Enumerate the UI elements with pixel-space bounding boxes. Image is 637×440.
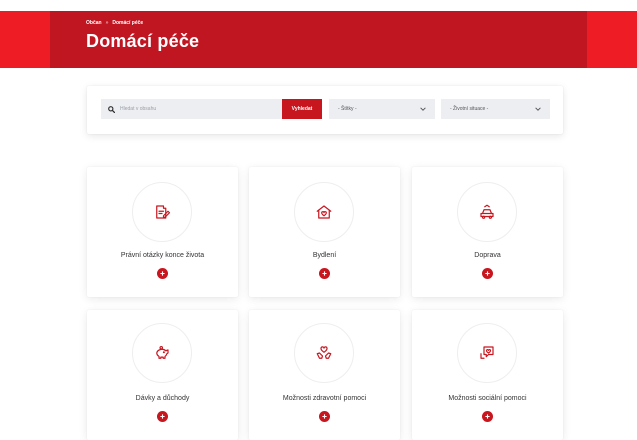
card-icon-ring (457, 323, 517, 383)
filter-panel: Vyhledat - Štítky - - Životní situace - (87, 86, 563, 134)
document-edit-icon (156, 205, 171, 219)
card-legal-end-of-life[interactable]: Právní otázky konce života (87, 167, 238, 297)
piggy-bank-icon (156, 345, 169, 359)
topics-select[interactable]: - Štítky - (329, 99, 435, 119)
plus-icon[interactable] (482, 411, 493, 422)
header-accent-right (587, 11, 637, 68)
card-title: Bydlení (312, 252, 337, 259)
page-title: Domácí péče (86, 31, 200, 51)
card-transport[interactable]: Doprava (412, 167, 563, 297)
search-button[interactable]: Vyhledat (282, 99, 322, 119)
breadcrumb-current: Domácí péče (112, 20, 144, 26)
vehicle-icon (480, 204, 494, 219)
chevron-down-icon (420, 107, 426, 111)
card-icon-ring (294, 323, 354, 383)
card-title: Možnosti zdravotní pomoci (282, 395, 367, 402)
breadcrumb: Občan » Domácí péče (86, 20, 143, 26)
plus-icon[interactable] (319, 268, 330, 279)
plus-icon[interactable] (157, 411, 168, 422)
card-title: Právní otázky konce života (120, 252, 205, 259)
search-field (101, 98, 286, 120)
life-situations-select[interactable]: - Životní situace - (441, 99, 550, 119)
breadcrumb-separator: » (105, 20, 109, 26)
card-housing[interactable]: Bydlení (249, 167, 400, 297)
plus-icon[interactable] (319, 411, 330, 422)
card-title: Možnosti sociální pomoci (448, 395, 527, 402)
card-icon-ring (457, 182, 517, 242)
house-icon (316, 205, 332, 219)
card-icon-ring (294, 182, 354, 242)
topics-select-value: - Štítky - (338, 106, 357, 112)
card-icon-ring (132, 323, 192, 383)
plus-icon[interactable] (157, 268, 168, 279)
search-icon (108, 105, 115, 113)
search-input[interactable] (115, 98, 286, 120)
life-situations-select-value: - Životní situace - (450, 106, 489, 112)
hands-heart-icon (316, 346, 332, 359)
card-benefits-pensions[interactable]: Dávky a důchody (87, 310, 238, 440)
heart-chat-icon (480, 346, 494, 359)
card-health-help[interactable]: Možnosti zdravotní pomoci (249, 310, 400, 440)
card-title: Dávky a důchody (135, 395, 190, 402)
chevron-down-icon (535, 107, 541, 111)
header-accent-left (0, 11, 50, 68)
plus-icon[interactable] (482, 268, 493, 279)
card-icon-ring (132, 182, 192, 242)
page-header: Občan » Domácí péče Domácí péče (50, 11, 587, 68)
breadcrumb-link-obcan[interactable]: Občan (86, 20, 102, 26)
card-title: Doprava (474, 252, 501, 259)
card-social-help[interactable]: Možnosti sociální pomoci (412, 310, 563, 440)
